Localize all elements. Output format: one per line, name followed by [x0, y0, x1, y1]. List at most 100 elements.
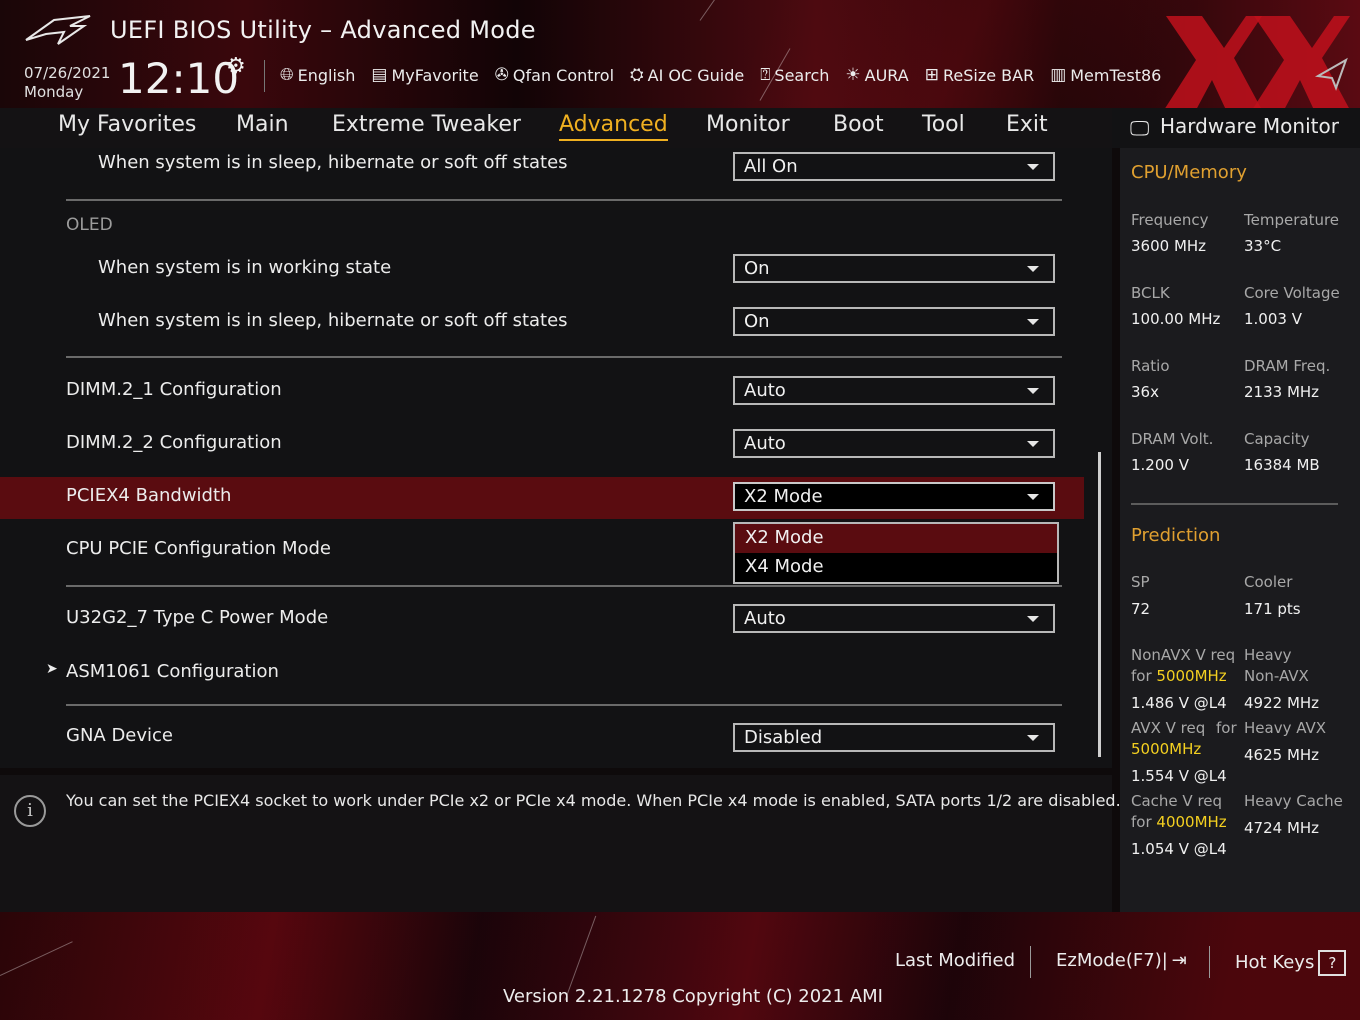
oled-sleep-label: When system is in sleep, hibernate or so… [98, 310, 568, 331]
divider [66, 704, 1062, 706]
dropdown-value: Auto [744, 380, 786, 401]
aura-button[interactable]: ☀ AURA [845, 65, 908, 85]
option-x2-mode[interactable]: X2 Mode [735, 524, 1057, 553]
sleep-state-label: When system is in sleep, hibernate or so… [98, 152, 568, 173]
chevron-down-icon [1027, 616, 1039, 622]
language-button[interactable]: 🌐︎ English [280, 65, 355, 85]
core-voltage-label: Core Voltage [1244, 284, 1340, 302]
avx-for-label: for [1216, 719, 1237, 737]
pciex4-dropdown[interactable]: X2 Mode [733, 482, 1055, 511]
heavy-cache-label: Heavy Cache [1244, 792, 1343, 810]
exit-arrow-icon: ⇥ [1171, 950, 1187, 971]
toolbar-divider [264, 60, 265, 92]
dropdown-value: On [744, 311, 770, 332]
heavy-label: Heavy [1244, 646, 1292, 664]
myfavorite-button[interactable]: ▤ MyFavorite [371, 65, 478, 85]
nonavx-voltage: 1.486 V @L4 [1131, 694, 1227, 712]
pciex4-options-list: X2 Mode X4 Mode [733, 522, 1059, 584]
tab-extreme-tweaker[interactable]: Extreme Tweaker [332, 112, 521, 139]
divider [66, 356, 1062, 358]
globe-icon: 🌐︎ [280, 65, 294, 85]
settings-scrollbar[interactable] [1098, 452, 1101, 757]
ai-oc-guide-button[interactable]: ⛭ AI OC Guide [630, 65, 744, 85]
option-x4-mode[interactable]: X4 Mode [735, 553, 1057, 582]
last-modified-button[interactable]: Last Modified [895, 950, 1015, 971]
dropdown-value: On [744, 258, 770, 279]
chevron-down-icon [1027, 388, 1039, 394]
tab-boot[interactable]: Boot [833, 112, 884, 139]
chevron-down-icon [1027, 266, 1039, 272]
sp-label: SP [1131, 573, 1150, 591]
submenu-arrow-icon: ➤ [46, 661, 58, 677]
frequency-value: 3600 MHz [1131, 237, 1207, 255]
clock-settings-icon[interactable]: ⚙ [226, 54, 246, 79]
ratio-value: 36x [1131, 383, 1159, 401]
pciex4-label: PCIEX4 Bandwidth [66, 485, 232, 506]
version-text: Version 2.21.1278 Copyright (C) 2021 AMI [503, 986, 883, 1007]
memtest-button[interactable]: ▥ MemTest86 [1050, 65, 1161, 85]
avx-label: AVX V req [1131, 719, 1206, 737]
hw-monitor-header: 🖵︎ Hardware Monitor [1112, 108, 1360, 148]
qfan-button[interactable]: ✇ Qfan Control [495, 65, 614, 85]
ezmode-button[interactable]: EzMode(F7)| ⇥ [1056, 950, 1187, 971]
help-text: You can set the PCIEX4 socket to work un… [66, 791, 1121, 810]
tab-exit[interactable]: Exit [1006, 112, 1048, 139]
nonavx-frequency: 5000MHz [1156, 667, 1227, 685]
settings-panel: When system is in sleep, hibernate or so… [0, 148, 1112, 768]
app-title: UEFI BIOS Utility – Advanced Mode [110, 16, 536, 44]
qfan-label: Qfan Control [512, 65, 615, 85]
avx-voltage: 1.554 V @L4 [1131, 767, 1227, 785]
sp-value: 72 [1131, 600, 1151, 618]
nonavx-label: NonAVX V req [1131, 646, 1236, 664]
dram-freq-value: 2133 MHz [1244, 383, 1320, 401]
heavy-avx-value: 4625 MHz [1244, 746, 1320, 764]
oled-section-title: OLED [66, 215, 113, 235]
clock: 12:10 [118, 54, 240, 103]
dimm22-dropdown[interactable]: Auto [733, 429, 1055, 458]
chevron-down-icon [1027, 494, 1039, 500]
resize-bar-button[interactable]: ⊞ ReSize BAR [925, 65, 1034, 85]
ratio-label: Ratio [1131, 357, 1170, 375]
divider [66, 199, 1062, 201]
capacity-value: 16384 MB [1244, 456, 1320, 474]
tab-monitor[interactable]: Monitor [706, 112, 790, 139]
help-icon: ? [1318, 950, 1347, 976]
ai-chip-icon: ⛭ [630, 65, 644, 85]
prediction-heading: Prediction [1131, 525, 1221, 546]
tab-tool[interactable]: Tool [922, 112, 965, 139]
ai-oc-guide-label: AI OC Guide [647, 65, 745, 85]
language-label: English [297, 65, 356, 85]
sleep-state-dropdown[interactable]: All On [733, 152, 1055, 181]
tab-advanced[interactable]: Advanced [559, 112, 668, 141]
frequency-label: Frequency [1131, 211, 1209, 229]
dropdown-value: All On [744, 156, 798, 177]
asm1061-submenu[interactable]: ASM1061 Configuration [66, 661, 279, 682]
info-icon: i [14, 795, 46, 827]
tab-my-favorites[interactable]: My Favorites [58, 112, 196, 139]
oled-working-dropdown[interactable]: On [733, 254, 1055, 283]
search-button[interactable]: ⍰ Search [760, 65, 829, 85]
tab-main[interactable]: Main [236, 112, 289, 139]
for-word: for [1131, 667, 1152, 685]
u32g2-dropdown[interactable]: Auto [733, 604, 1055, 633]
dram-volt-label: DRAM Volt. [1131, 430, 1214, 448]
dram-freq-label: DRAM Freq. [1244, 357, 1331, 375]
aura-light-icon: ☀ [845, 65, 861, 85]
gna-dropdown[interactable]: Disabled [733, 723, 1055, 752]
dropdown-value: Disabled [744, 727, 823, 748]
monitor-icon: 🖵︎ [1130, 116, 1150, 140]
hot-keys-button[interactable]: Hot Keys? [1235, 950, 1347, 976]
myfavorite-label: MyFavorite [391, 65, 479, 85]
dimm22-label: DIMM.2_2 Configuration [66, 432, 282, 453]
dimm21-dropdown[interactable]: Auto [733, 376, 1055, 405]
rog-logo [25, 15, 91, 45]
oled-sleep-dropdown[interactable]: On [733, 307, 1055, 336]
search-label: Search [774, 65, 830, 85]
ezmode-label: EzMode(F7)| [1056, 950, 1168, 971]
search-icon: ⍰ [760, 65, 771, 85]
dropdown-value: Auto [744, 608, 786, 629]
fan-icon: ✇ [494, 65, 509, 85]
heavy-nonavx-value: 4922 MHz [1244, 694, 1320, 712]
day: Monday [24, 83, 84, 101]
divider [66, 585, 1062, 587]
